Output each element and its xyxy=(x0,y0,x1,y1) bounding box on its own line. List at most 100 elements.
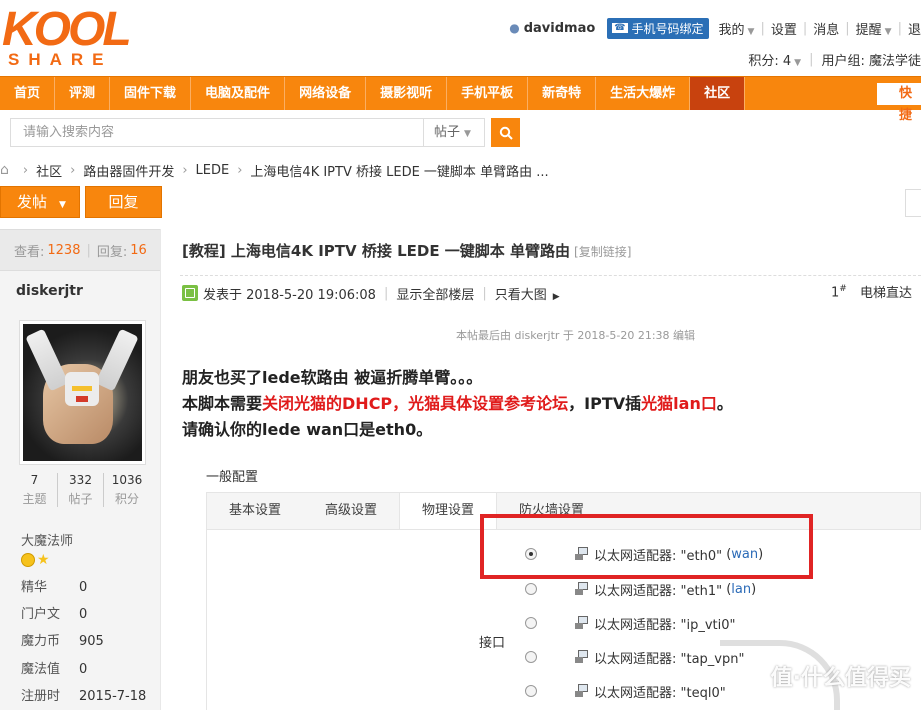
adapter-label: 以太网适配器: "teql0" xyxy=(594,685,726,701)
adapter-option-tap-vpn[interactable]: 以太网适配器: "tap_vpn" xyxy=(525,648,744,667)
adapter-option-eth1[interactable]: 以太网适配器: "eth1" (lan) xyxy=(525,580,756,599)
phone-bind-label: 手机号码绑定 xyxy=(631,21,704,36)
koolshare-logo[interactable]: KOOL SHARE xyxy=(0,0,150,76)
stat-value: 332 xyxy=(69,473,92,487)
user-icon: ● xyxy=(509,21,520,35)
page-nav-stub[interactable] xyxy=(905,189,921,217)
nav-item-network[interactable]: 网络设备 xyxy=(285,77,367,110)
author-stats: 7 主题 332 帖子 1036 积分 xyxy=(12,473,150,507)
view-large-images-link[interactable]: 只看大图 ▶ xyxy=(495,284,560,303)
nav-item-home[interactable]: 首页 xyxy=(0,77,56,110)
stat-threads[interactable]: 7 主题 xyxy=(12,473,58,507)
post-text: 。 xyxy=(716,394,733,413)
nav-item-firmware[interactable]: 固件下载 xyxy=(110,77,192,110)
nav-item-pc[interactable]: 电脑及配件 xyxy=(191,77,286,110)
breadcrumb-community[interactable]: 社区 xyxy=(36,161,62,180)
breadcrumb-thread[interactable]: 上海电信4K IPTV 桥接 LEDE 一键脚本 单臂路由 ... xyxy=(250,161,548,180)
floor-number[interactable]: 1# xyxy=(831,284,847,300)
my-menu[interactable]: 我的 ▼ xyxy=(719,19,755,38)
elevator-link[interactable]: 电梯直达 xyxy=(860,282,912,301)
main-nav: 首页 评测 固件下载 电脑及配件 网络设备 摄影视听 手机平板 新奇特 生活大爆… xyxy=(0,76,921,123)
divider: | xyxy=(845,20,850,36)
points-menu[interactable]: 积分: 4 ▼ xyxy=(748,50,801,69)
avatar-image xyxy=(23,324,142,461)
nav-item-life[interactable]: 生活大爆炸 xyxy=(596,77,691,110)
copy-link-button[interactable]: [复制链接] xyxy=(574,243,631,260)
avatar[interactable] xyxy=(19,320,146,465)
username-link[interactable]: davidmao xyxy=(524,21,596,36)
adapter-option-teql0[interactable]: 以太网适配器: "teql0" xyxy=(525,682,726,701)
ethernet-icon xyxy=(575,616,589,630)
divider: | xyxy=(802,20,808,36)
chevron-down-icon: ▼ xyxy=(747,26,755,37)
play-icon: ▶ xyxy=(552,291,560,302)
logo-kool-text: KOOL xyxy=(2,3,132,56)
search-input[interactable]: 请输入搜索内容 xyxy=(10,118,424,147)
nav-item-av[interactable]: 摄影视听 xyxy=(366,77,448,110)
nav-item-mobile[interactable]: 手机平板 xyxy=(447,77,529,110)
stat-label: 积分 xyxy=(114,492,139,506)
user-group-link[interactable]: 用户组: 魔法学徒 xyxy=(821,50,921,69)
show-all-floors-link[interactable]: 显示全部楼层 xyxy=(396,284,474,303)
breadcrumb-separator: › xyxy=(182,162,188,178)
divider xyxy=(180,275,921,276)
radio-unselected[interactable] xyxy=(525,583,537,595)
reminders-menu[interactable]: 提醒 ▼ xyxy=(856,19,892,38)
ethernet-icon xyxy=(575,684,589,698)
breadcrumb-separator: › xyxy=(237,162,243,178)
tab-basic[interactable]: 基本设置 xyxy=(207,493,303,529)
radio-unselected[interactable] xyxy=(525,651,537,663)
points-label: 积分: 4 xyxy=(748,54,792,69)
info-value: 905 xyxy=(79,634,104,649)
settings-link[interactable]: 设置 xyxy=(771,19,797,38)
user-bar: ● davidmao ☎ 手机号码绑定 我的 ▼ | 设置 | 消息 | 提醒 ▼ … xyxy=(509,16,921,40)
breadcrumb-separator: › xyxy=(22,162,29,178)
watermark: 值·什么值得买 xyxy=(770,666,911,691)
author-name[interactable]: diskerjtr xyxy=(0,271,160,308)
breadcrumb-router-firmware[interactable]: 路由器固件开发 xyxy=(83,161,174,180)
nav-item-review[interactable]: 评测 xyxy=(55,77,111,110)
search-bar: 请输入搜索内容 帖子 ▼ xyxy=(10,118,520,147)
page-title: [教程] 上海电信4K IPTV 桥接 LEDE 一键脚本 单臂路由 xyxy=(182,242,571,260)
stat-points[interactable]: 1036 积分 xyxy=(104,473,150,507)
edit-note: 本帖最后由 diskerjtr 于 2018-5-20 21:38 编辑 xyxy=(456,329,696,342)
info-key: 魔力币 xyxy=(21,634,61,649)
reply-button[interactable]: 回复 xyxy=(85,186,162,218)
search-button[interactable] xyxy=(491,118,520,147)
stat-value: 7 xyxy=(30,473,39,487)
adapter-option-ip-vti0[interactable]: 以太网适配器: "ip_vti0" xyxy=(525,614,736,633)
views-label: 查看: xyxy=(14,244,45,260)
divider: | xyxy=(482,285,487,301)
home-icon[interactable]: ⌂ xyxy=(0,162,9,178)
post-title-row: [教程] 上海电信4K IPTV 桥接 LEDE 一键脚本 单臂路由 [复制链接… xyxy=(182,240,631,261)
replies-count: 16 xyxy=(130,242,147,258)
info-key: 注册时 xyxy=(21,689,61,704)
stat-posts[interactable]: 332 帖子 xyxy=(58,473,104,507)
logout-link[interactable]: 退 xyxy=(908,19,921,38)
rank-icons: ★ xyxy=(21,553,50,567)
radio-unselected[interactable] xyxy=(525,685,537,697)
ethernet-icon xyxy=(575,582,589,596)
adapter-label: 以太网适配器: "eth1" xyxy=(594,583,723,599)
logo-share-text: SHARE xyxy=(8,50,113,69)
quick-menu-button[interactable]: 快捷 xyxy=(877,83,921,123)
nav-item-community[interactable]: 社区 xyxy=(690,77,746,110)
info-portal: 门户文 0 xyxy=(21,603,87,622)
breadcrumb-lede[interactable]: LEDE xyxy=(196,163,230,178)
online-status-icon xyxy=(182,285,198,301)
phone-bind-button[interactable]: ☎ 手机号码绑定 xyxy=(607,17,709,39)
new-post-button[interactable]: 发帖 ▼ xyxy=(0,186,80,218)
floor-sign: # xyxy=(839,284,847,294)
radio-unselected[interactable] xyxy=(525,617,537,629)
breadcrumb: ⌂ › 社区 › 路由器固件开发 › LEDE › 上海电信4K IPTV 桥接… xyxy=(0,160,549,180)
tab-advanced[interactable]: 高级设置 xyxy=(303,493,399,529)
post-meta: 发表于 2018-5-20 19:06:08 | 显示全部楼层 | 只看大图 ▶ xyxy=(182,283,560,303)
search-type-select[interactable]: 帖子 ▼ xyxy=(424,118,485,147)
user-rank: 大魔法师 xyxy=(21,534,74,549)
divider: | xyxy=(809,52,814,67)
nav-item-gadgets[interactable]: 新奇特 xyxy=(528,77,597,110)
info-value: 0 xyxy=(79,607,88,622)
chevron-down-icon: ▼ xyxy=(59,200,66,210)
messages-link[interactable]: 消息 xyxy=(813,19,839,38)
info-value: 0 xyxy=(79,580,88,595)
